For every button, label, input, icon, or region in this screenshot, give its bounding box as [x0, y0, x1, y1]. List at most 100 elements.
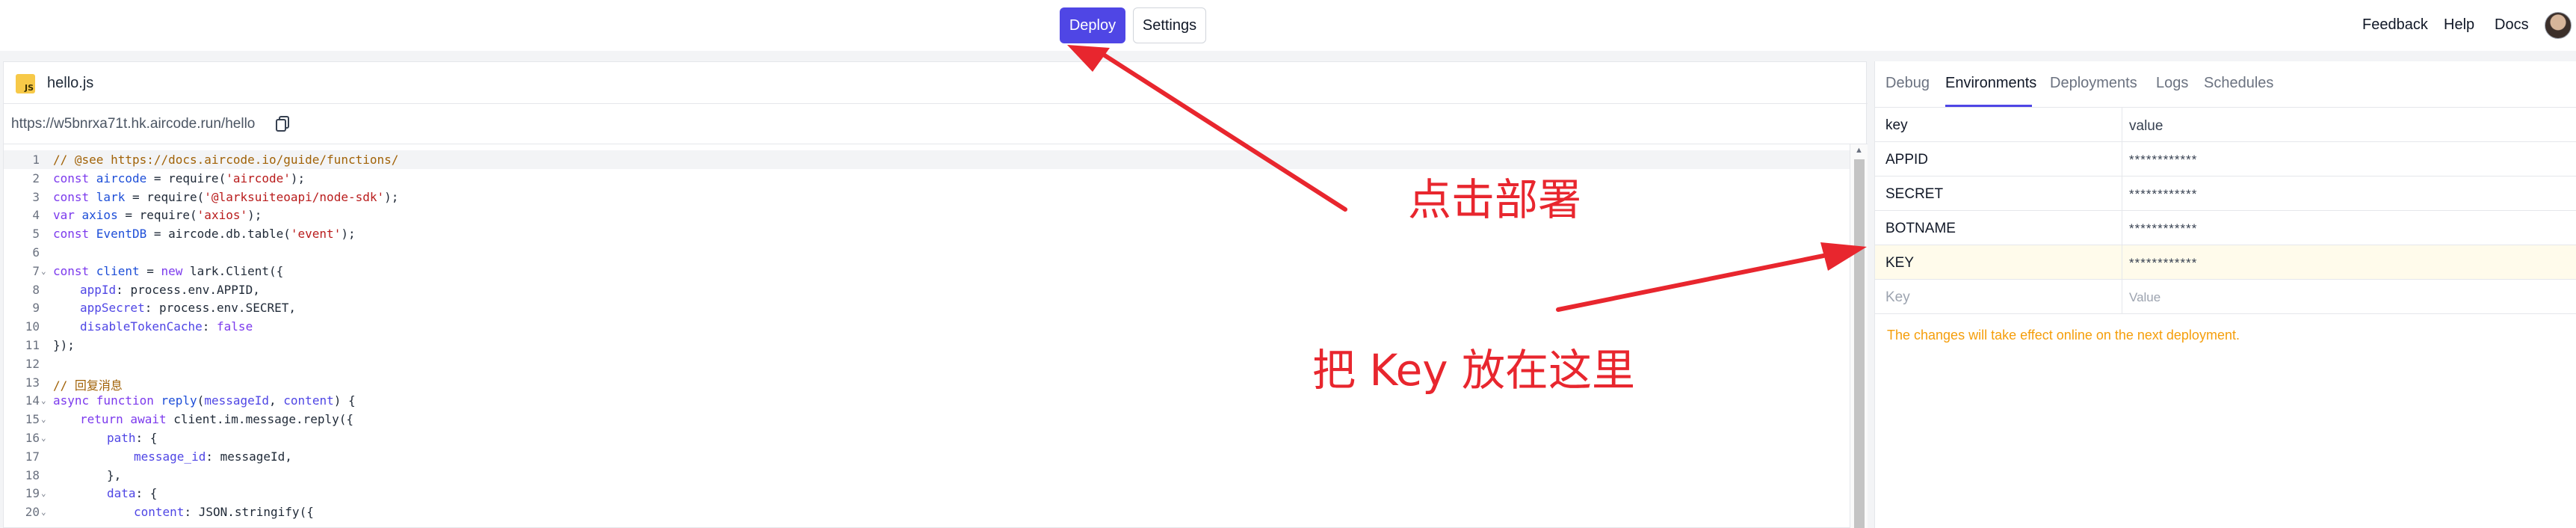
tab-deployments[interactable]: Deployments [2050, 75, 2137, 92]
table-row[interactable]: BOTNAME ************ [1875, 211, 2576, 245]
code-line[interactable]: 19 ⌄ data: { [4, 484, 1850, 503]
env-value[interactable]: ************ [2129, 256, 2197, 271]
tab-environments[interactable]: Environments [1945, 75, 2036, 92]
code-text: // @see https://docs.aircode.io/guide/fu… [53, 153, 399, 167]
line-number: 18 [25, 467, 40, 482]
code-text: message_id: messageId, [134, 449, 292, 464]
env-key[interactable]: BOTNAME [1885, 221, 1956, 237]
line-number: 8 [32, 282, 40, 297]
table-row-highlighted[interactable]: KEY ************ [1875, 245, 2576, 280]
file-tab[interactable]: JS hello.js [4, 62, 1868, 104]
tab-debug[interactable]: Debug [1885, 75, 1930, 92]
line-number: 5 [32, 227, 40, 242]
new-variable-row[interactable]: Key Value [1875, 280, 2576, 314]
new-key-input[interactable]: Key [1885, 289, 1910, 306]
line-number: 17 [25, 449, 40, 464]
line-number: 4 [32, 208, 40, 223]
fold-chevron-icon[interactable]: ⌄ [41, 433, 46, 443]
line-number: 19 [25, 486, 40, 501]
file-name: hello.js [47, 75, 94, 91]
code-text: const aircode = require('aircode'); [53, 171, 306, 185]
copy-icon[interactable] [276, 116, 289, 132]
function-url-bar: https://w5bnrxa71t.hk.aircode.run/hello [4, 104, 1868, 144]
header-key: key [1885, 117, 1908, 133]
line-number: 1 [32, 153, 40, 167]
code-text: path: { [107, 431, 158, 445]
tab-schedules[interactable]: Schedules [2204, 75, 2273, 92]
function-url[interactable]: https://w5bnrxa71t.hk.aircode.run/hello [11, 116, 255, 132]
env-key[interactable]: KEY [1885, 255, 1914, 271]
code-line[interactable]: 6 [4, 243, 1850, 262]
code-text: async function reply(messageId, content)… [53, 393, 356, 408]
deploy-button[interactable]: Deploy [1060, 7, 1125, 43]
header-value: value [2129, 118, 2163, 134]
env-value[interactable]: ************ [2129, 187, 2197, 202]
code-text: const lark = require('@larksuiteoapi/nod… [53, 189, 399, 204]
code-text: appSecret: process.env.SECRET, [80, 301, 296, 316]
line-number: 20 [25, 505, 40, 520]
line-number: 14 [25, 393, 40, 408]
code-text: appId: process.env.APPID, [80, 282, 260, 297]
docs-link[interactable]: Docs [2495, 16, 2529, 34]
line-number: 6 [32, 245, 40, 260]
fold-chevron-icon[interactable]: ⌄ [41, 488, 46, 498]
code-text: // 回复消息 [53, 378, 123, 393]
editor-scrollbar-thumb[interactable] [1854, 159, 1865, 528]
env-value[interactable]: ************ [2129, 221, 2197, 236]
env-key[interactable]: APPID [1885, 152, 1928, 168]
js-file-icon: JS [16, 74, 35, 93]
code-line[interactable]: 10 disableTokenCache: false [4, 317, 1850, 336]
code-text: return await client.im.message.reply({ [80, 412, 354, 427]
feedback-link[interactable]: Feedback [2362, 16, 2428, 34]
code-line[interactable]: 9 appSecret: process.env.SECRET, [4, 298, 1850, 317]
table-row[interactable]: SECRET ************ [1875, 176, 2576, 211]
code-editor-panel: JS hello.js https://w5bnrxa71t.hk.aircod… [3, 61, 1868, 528]
code-text: const EventDB = aircode.db.table('event'… [53, 227, 356, 242]
table-row[interactable]: APPID ************ [1875, 142, 2576, 176]
code-line[interactable]: 7 ⌄ const client = new lark.Client({ [4, 262, 1850, 280]
table-header: key value [1875, 108, 2576, 142]
deployment-notice: The changes will take effect online on t… [1887, 328, 2240, 343]
code-text: }); [53, 338, 75, 352]
env-value[interactable]: ************ [2129, 153, 2197, 168]
code-text: var axios = require('axios'); [53, 208, 262, 223]
right-panel: Debug Environments Deployments Logs Sche… [1874, 61, 2576, 528]
line-number: 10 [25, 319, 40, 334]
fold-chevron-icon[interactable]: ⌄ [41, 414, 46, 424]
new-value-input[interactable]: Value [2129, 290, 2160, 305]
line-number: 15 [25, 412, 40, 427]
line-number: 9 [32, 301, 40, 316]
fold-chevron-icon[interactable]: ⌄ [41, 266, 46, 276]
line-number: 13 [25, 375, 40, 390]
fold-chevron-icon[interactable]: ⌄ [41, 507, 46, 517]
code-line[interactable]: 17 message_id: messageId, [4, 447, 1850, 466]
code-text: disableTokenCache: false [80, 319, 253, 334]
line-number: 7 [32, 263, 40, 278]
line-number: 3 [32, 189, 40, 204]
key-hint-annotation: 把 Key 放在这里 [1312, 345, 1636, 396]
code-text: data: { [107, 486, 158, 501]
scroll-up-icon[interactable]: ▲ [1855, 146, 1863, 155]
code-line[interactable]: 8 appId: process.env.APPID, [4, 280, 1850, 299]
settings-button[interactable]: Settings [1133, 7, 1206, 43]
top-bar: Deploy Settings Feedback Help Docs [0, 0, 2576, 51]
line-number: 12 [25, 356, 40, 371]
code-text: content: JSON.stringify({ [134, 505, 314, 520]
code-line[interactable]: 20 ⌄ content: JSON.stringify({ [4, 503, 1850, 521]
help-link[interactable]: Help [2444, 16, 2474, 34]
active-tab-indicator [1945, 105, 2032, 107]
panel-tabs: Debug Environments Deployments Logs Sche… [1875, 61, 2576, 108]
line-number: 2 [32, 171, 40, 185]
line-number: 11 [25, 338, 40, 352]
code-text: }, [107, 467, 122, 482]
env-key[interactable]: SECRET [1885, 186, 1943, 203]
line-number: 16 [25, 431, 40, 445]
app-root: Deploy Settings Feedback Help Docs JS he… [0, 0, 2576, 528]
tab-logs[interactable]: Logs [2156, 75, 2188, 92]
deploy-hint-annotation: 点击部署 [1408, 174, 1582, 225]
user-avatar[interactable] [2545, 12, 2572, 39]
code-line[interactable]: 15 ⌄ return await client.im.message.reply(… [4, 410, 1850, 429]
fold-chevron-icon[interactable]: ⌄ [41, 396, 46, 405]
code-line[interactable]: 18}, [4, 466, 1850, 485]
code-line[interactable]: 16 ⌄ path: { [4, 429, 1850, 447]
